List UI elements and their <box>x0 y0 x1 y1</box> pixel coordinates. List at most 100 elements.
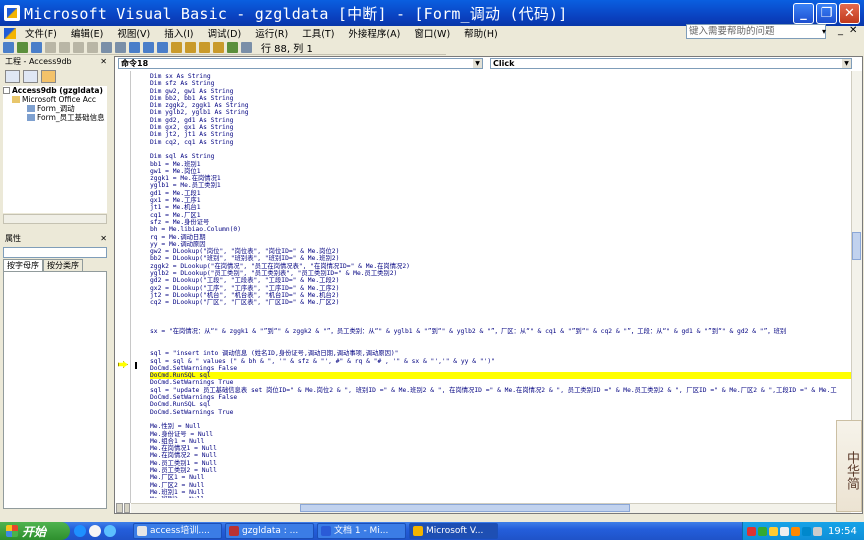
menu-help[interactable]: 帮助(H) <box>457 26 505 40</box>
toolbox-icon[interactable] <box>227 41 238 53</box>
code-line[interactable]: rq = Me.调动日期 <box>150 234 852 241</box>
code-line[interactable]: Dim jt2, jt1 As String <box>150 131 852 138</box>
properties-icon[interactable] <box>199 41 210 53</box>
project-hscroll[interactable] <box>3 214 107 224</box>
code-line[interactable]: cq2 = DLookup("厂区", "厂区表", "厂区ID=" & Me.… <box>150 299 852 306</box>
start-button[interactable]: 开始 <box>0 522 70 540</box>
code-line[interactable]: DoCmd.SetWarnings True <box>150 409 852 416</box>
code-line[interactable]: Me.身份证号 = Null <box>150 431 852 438</box>
volume-icon[interactable] <box>813 526 822 536</box>
code-line[interactable]: Me.班别1 = Null <box>150 489 852 496</box>
object-browser-icon[interactable] <box>213 41 224 53</box>
undo-icon[interactable] <box>101 41 112 53</box>
view-code-icon[interactable] <box>5 69 20 83</box>
project-explorer-icon[interactable] <box>185 41 196 53</box>
code-line[interactable]: Dim sql As String <box>150 153 852 160</box>
code-line[interactable]: Me.在岗情况2 = Null <box>150 452 852 459</box>
code-editor[interactable]: Dim sx As String Dim sfz As String Dim gw2… <box>150 73 852 498</box>
tray-icon[interactable] <box>769 526 778 536</box>
object-combo[interactable]: 命令18 ▼ <box>118 58 483 69</box>
break-icon[interactable] <box>143 41 154 53</box>
code-line[interactable]: gw1 = Me.岗位1 <box>150 168 852 175</box>
code-window-icon[interactable] <box>4 27 16 39</box>
code-line[interactable]: sql = "update 员工基础信息表 set 岗位ID=" & Me.岗位… <box>150 387 852 394</box>
copy-icon[interactable] <box>59 41 70 53</box>
procedure-view-button[interactable] <box>116 503 123 513</box>
menu-view[interactable]: 视图(V) <box>110 26 157 40</box>
code-line[interactable]: Me.组合1 = Null <box>150 438 852 445</box>
menu-insert[interactable]: 插入(I) <box>157 26 200 40</box>
tab-alphabetic[interactable]: 按字母序 <box>3 259 43 271</box>
code-line[interactable]: Dim yglb2, yglb1 As String <box>150 109 852 116</box>
code-line[interactable]: sql = sql & " values (" & bh & ", '" & s… <box>150 358 852 365</box>
floating-ime-widget[interactable]: 中华简 <box>836 420 862 512</box>
menu-window[interactable]: 窗口(W) <box>407 26 457 40</box>
help-dropdown-icon[interactable]: ▾ <box>822 27 826 36</box>
tree-item-project[interactable]: Access9db (gzgldata) <box>3 86 107 95</box>
code-line[interactable]: gx2 = DLookup("工序", "工序表", "工序ID=" & Me.… <box>150 285 852 292</box>
insert-module-icon[interactable] <box>17 41 28 53</box>
code-line[interactable]: gd1 = Me.工段1 <box>150 190 852 197</box>
code-line[interactable]: Me.厂区1 = Null <box>150 474 852 481</box>
ie-icon[interactable] <box>74 525 86 537</box>
code-line[interactable]: Dim gd2, gd1 As String <box>150 117 852 124</box>
redo-icon[interactable] <box>115 41 126 53</box>
procedure-combo[interactable]: Click ▼ <box>490 58 852 69</box>
design-mode-icon[interactable] <box>171 41 182 53</box>
code-line[interactable] <box>150 336 852 343</box>
tray-icon[interactable] <box>780 526 789 536</box>
menu-tools[interactable]: 工具(T) <box>295 26 341 40</box>
code-line[interactable] <box>150 314 852 321</box>
toggle-folders-icon[interactable] <box>41 69 56 83</box>
code-line[interactable]: bb1 = Me.班别1 <box>150 161 852 168</box>
code-line[interactable]: DoCmd.SetWarnings False <box>150 394 852 401</box>
help-search-input[interactable]: 键入需要帮助的问题 <box>686 24 826 39</box>
task-word-doc[interactable]: 文档 1 - Mi... <box>317 523 406 539</box>
code-line[interactable]: Me.班别2 = Null <box>150 496 852 498</box>
procedure-combo-arrow-icon[interactable]: ▼ <box>842 59 851 68</box>
code-line[interactable]: Me.在岗情况1 = Null <box>150 445 852 452</box>
find-icon[interactable] <box>87 41 98 53</box>
code-line[interactable]: DoCmd.RunSQL sql <box>150 401 852 408</box>
code-line[interactable] <box>150 146 852 153</box>
code-line[interactable]: Dim bb2, bb1 As String <box>150 95 852 102</box>
margin-indicator-bar[interactable] <box>115 71 131 503</box>
code-line[interactable]: bb2 = DLookup("班别", "班别表", "班别ID=" & Me.… <box>150 255 852 262</box>
properties-object-select[interactable] <box>3 247 107 258</box>
close-project-pane-icon[interactable]: ✕ <box>100 56 107 67</box>
menu-run[interactable]: 运行(R) <box>248 26 295 40</box>
code-line[interactable]: gd2 = DLookup("工段", "工段表", "工段ID=" & Me.… <box>150 277 852 284</box>
code-line[interactable]: Dim zggk2, zggk1 As String <box>150 102 852 109</box>
code-line[interactable]: zggk1 = Me.在岗情况1 <box>150 175 852 182</box>
code-line[interactable]: Dim gw2, gw1 As String <box>150 88 852 95</box>
code-line[interactable]: Dim sx As String <box>150 73 852 80</box>
task-access-training[interactable]: access培训.... <box>133 523 222 539</box>
run-icon[interactable] <box>129 41 140 53</box>
code-line[interactable]: yglb1 = Me.员工类别1 <box>150 182 852 189</box>
mdi-close-icon[interactable]: ✕ <box>849 25 857 36</box>
full-module-view-button[interactable] <box>123 503 130 513</box>
expand-icon[interactable] <box>3 87 10 94</box>
properties-grid[interactable] <box>3 271 107 509</box>
code-line[interactable]: DoCmd.RunSQL sql <box>150 372 852 380</box>
tree-item-form-employee[interactable]: Form_员工基础信息 <box>3 113 107 122</box>
cut-icon[interactable] <box>45 41 56 53</box>
code-line[interactable] <box>150 416 852 423</box>
restore-button[interactable]: ❐ <box>816 3 837 24</box>
code-line[interactable]: jt1 = Me.机台1 <box>150 204 852 211</box>
save-icon[interactable] <box>31 41 42 53</box>
object-combo-arrow-icon[interactable]: ▼ <box>473 59 482 68</box>
code-line[interactable]: Me.厂区2 = Null <box>150 482 852 489</box>
code-line[interactable]: Me.性别 = Null <box>150 423 852 430</box>
code-line[interactable]: DoCmd.SetWarnings True <box>150 379 852 386</box>
menu-addins[interactable]: 外接程序(A) <box>341 26 407 40</box>
close-properties-pane-icon[interactable]: ✕ <box>100 233 107 244</box>
view-access-icon[interactable] <box>3 41 14 53</box>
tree-item-form-diaodong[interactable]: Form_调动 <box>3 104 107 113</box>
vb-app-icon[interactable] <box>4 5 20 21</box>
tree-item-objects-folder[interactable]: Microsoft Office Acc <box>3 95 107 104</box>
code-line[interactable]: sx = "在岗情况：从“" & zggk1 & "”到“" & zggk2 &… <box>150 328 852 335</box>
desktop-icon[interactable] <box>104 525 116 537</box>
reset-icon[interactable] <box>157 41 168 53</box>
tray-icon[interactable] <box>758 526 767 536</box>
